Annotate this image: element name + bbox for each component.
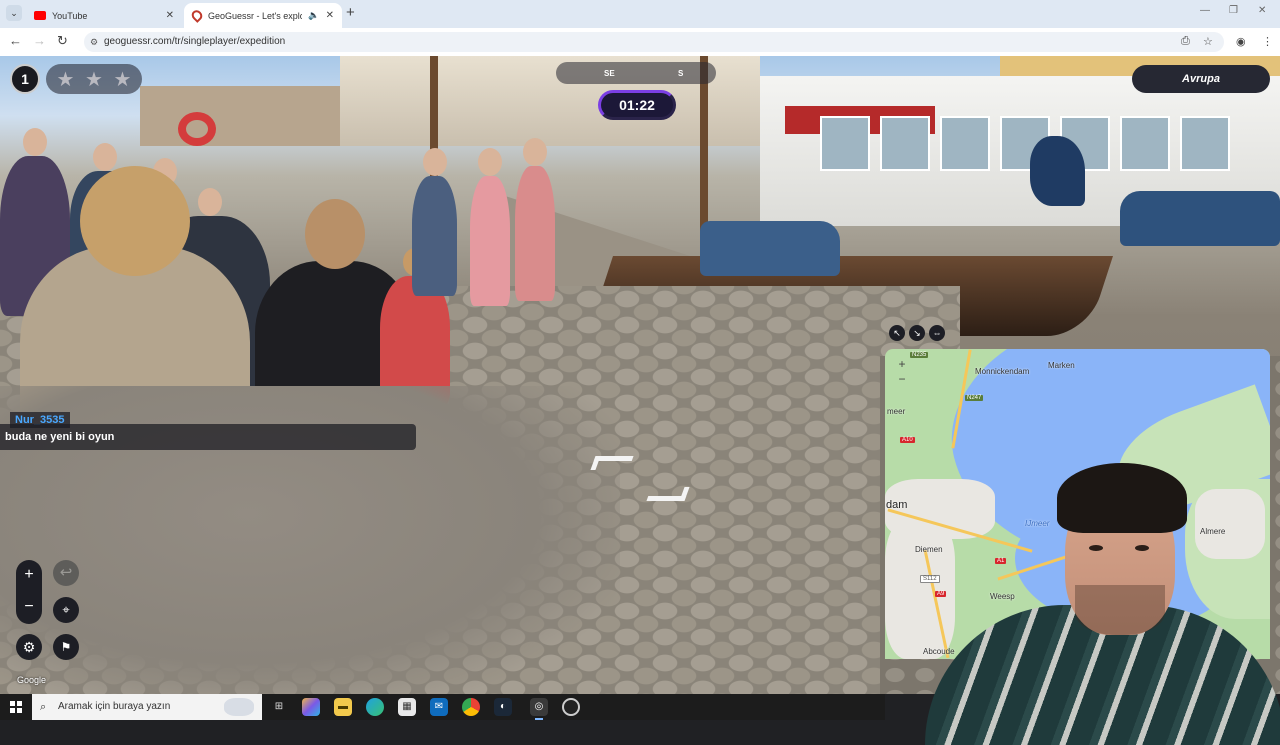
round-number-badge: 1 <box>10 64 40 94</box>
chrome-active-icon[interactable]: ◎ <box>530 698 548 720</box>
url-text: geoguessr.com/tr/singleplayer/expedition <box>104 36 286 47</box>
star-icon: ★ <box>113 68 132 91</box>
close-tab-icon[interactable]: ✕ <box>166 10 174 21</box>
zoom-in-button[interactable]: + <box>16 560 42 590</box>
beard <box>1075 585 1165 635</box>
chat-message: buda ne yeni bi oyun <box>0 424 416 450</box>
browser-tab-bar: ⌄ YouTube ✕ GeoGuessr - Let's explore th… <box>0 0 1280 28</box>
outlook-icon[interactable]: ✉ <box>430 698 448 716</box>
round-timer: 01:22 <box>598 90 676 120</box>
obs-icon[interactable] <box>562 698 580 716</box>
tab-title: GeoGuessr - Let's explore th <box>208 10 303 21</box>
taskbar-search-box[interactable]: ⌕ Aramak için buraya yazın <box>32 694 262 720</box>
map-shrink-icon[interactable]: ↘ <box>909 325 925 341</box>
address-bar[interactable]: ⚙ geoguessr.com/tr/singleplayer/expediti… <box>84 32 1224 52</box>
store-icon[interactable]: ▦ <box>398 698 416 716</box>
copilot-icon[interactable] <box>302 698 320 716</box>
new-tab-button[interactable]: + <box>346 5 355 21</box>
map-pin-icon[interactable]: ⇔ <box>929 325 945 341</box>
steam-icon[interactable]: ◐ <box>494 698 512 716</box>
task-view-icon[interactable]: ⊞ <box>270 698 288 716</box>
windows-taskbar: ⌕ Aramak için buraya yazın ⊞ ▬ ▦ ✉ ◐ ◎ <box>0 694 885 720</box>
google-watermark: Google <box>17 675 47 685</box>
install-app-icon[interactable]: ⎙ <box>1181 35 1190 48</box>
tab-geoguessr[interactable]: GeoGuessr - Let's explore th 🔈 ✕ <box>184 3 342 28</box>
profile-icon[interactable]: ◉ <box>1236 35 1246 48</box>
set-checkpoint-pin-icon[interactable]: ⌖ <box>53 597 79 623</box>
tab-search-button[interactable]: ⌄ <box>6 5 22 21</box>
close-tab-icon[interactable]: ✕ <box>326 10 334 21</box>
edge-icon[interactable] <box>366 698 384 716</box>
folded-sail <box>1030 136 1085 206</box>
streamer-webcam <box>885 455 1280 745</box>
map-label: meer <box>887 407 906 416</box>
road-badge: N235 <box>910 352 929 358</box>
site-info-icon[interactable]: ⚙ <box>90 32 98 52</box>
eye <box>1089 545 1103 551</box>
chrome-icon[interactable] <box>462 698 480 716</box>
taskbar-search-placeholder: Aramak için buraya yazın <box>58 701 171 712</box>
forward-icon[interactable]: → <box>33 34 46 48</box>
compass-bar: SE S <box>556 62 716 84</box>
map-label: Monnickendam <box>975 367 1030 376</box>
map-size-controls: ↖ ↘ ⇔ <box>889 325 945 341</box>
address-toolbar: ← → ↻ ⚙ geoguessr.com/tr/singleplayer/ex… <box>0 28 1280 56</box>
eye <box>1135 545 1149 551</box>
road-badge: A10 <box>900 437 915 443</box>
compass-label: S <box>678 69 684 78</box>
pedestrian <box>515 138 555 301</box>
round-stars: ★ ★ ★ <box>46 64 142 94</box>
speaker-icon[interactable]: 🔈 <box>308 10 319 21</box>
windows-start-icon[interactable] <box>10 701 22 713</box>
hair <box>1057 463 1187 533</box>
undo-move-button[interactable]: ↩ <box>53 560 79 586</box>
zoom-control: + − <box>16 560 42 624</box>
blue-tarp <box>700 221 840 276</box>
tab-title: YouTube <box>52 10 88 21</box>
map-expand-icon[interactable]: ↖ <box>889 325 905 341</box>
close-window-icon[interactable]: ✕ <box>1258 5 1266 16</box>
search-icon: ⌕ <box>40 701 47 713</box>
compass-label: SE <box>604 69 615 78</box>
lifebuoy <box>178 112 216 146</box>
star-icon: ★ <box>85 68 103 91</box>
return-to-start-flag-icon[interactable]: ⚑ <box>53 634 79 660</box>
building <box>140 86 340 146</box>
tab-youtube[interactable]: YouTube ✕ <box>26 3 182 28</box>
return-to-start-icon[interactable] <box>590 456 690 501</box>
map-label: Marken <box>1048 361 1075 370</box>
pedestrian <box>412 148 457 296</box>
geoguessr-icon <box>189 8 205 23</box>
menu-kebab-icon[interactable]: ⋮ <box>1262 35 1273 48</box>
star-icon: ★ <box>56 68 75 91</box>
region-label: Avrupa <box>1132 65 1270 93</box>
road-badge: N247 <box>965 395 984 401</box>
restore-icon[interactable]: ❐ <box>1229 5 1238 16</box>
pedestrian <box>470 148 510 306</box>
youtube-icon <box>34 11 46 20</box>
map-zoom-in-button[interactable]: + <box>895 357 909 372</box>
blue-tarp <box>1120 191 1280 246</box>
bookmark-star-icon[interactable]: ☆ <box>1203 35 1213 48</box>
minimize-icon[interactable]: — <box>1200 5 1210 16</box>
map-zoom-control: + − <box>895 357 909 387</box>
settings-gear-icon[interactable]: ⚙ <box>16 634 42 660</box>
search-highlight-image <box>224 698 254 716</box>
map-zoom-out-button[interactable]: − <box>895 372 909 387</box>
file-explorer-icon[interactable]: ▬ <box>334 698 352 716</box>
zoom-out-button[interactable]: − <box>16 592 42 622</box>
back-icon[interactable]: ← <box>9 34 22 48</box>
reload-icon[interactable]: ↻ <box>57 34 68 48</box>
